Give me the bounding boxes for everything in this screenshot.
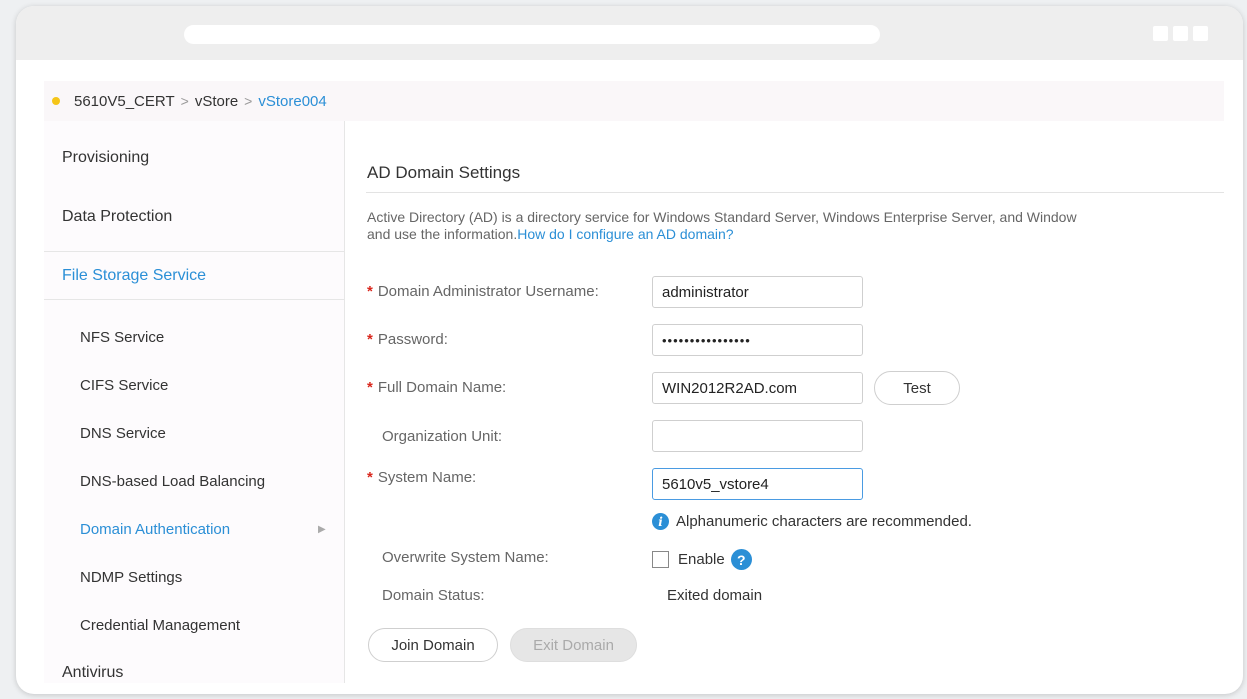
sidebar-group-file-storage[interactable]: File Storage Service bbox=[62, 267, 206, 285]
sidebar-item-credential-management[interactable]: Credential Management bbox=[80, 617, 240, 634]
password-label-text: Password: bbox=[377, 331, 448, 348]
sidebar-item-domain-authentication[interactable]: Domain Authentication bbox=[80, 521, 230, 538]
required-mark: * bbox=[367, 331, 373, 348]
system-name-input[interactable] bbox=[652, 468, 863, 500]
info-icon: i bbox=[652, 513, 669, 530]
ou-label: Organization Unit: bbox=[382, 428, 503, 445]
username-input[interactable] bbox=[652, 276, 863, 308]
ou-input[interactable] bbox=[652, 420, 863, 452]
sidebar-item-dns-load-balancing[interactable]: DNS-based Load Balancing bbox=[80, 473, 265, 490]
overwrite-label: Overwrite System Name: bbox=[382, 549, 549, 566]
breadcrumb-separator: > bbox=[244, 93, 253, 109]
main-panel: AD Domain Settings Active Directory (AD)… bbox=[345, 121, 1224, 683]
sidebar-divider bbox=[44, 299, 344, 300]
system-name-label: * System Name: bbox=[367, 469, 476, 486]
expand-arrow-icon[interactable]: ▶ bbox=[318, 524, 326, 535]
sidebar-item-dns[interactable]: DNS Service bbox=[80, 425, 166, 442]
status-dot-icon bbox=[52, 97, 60, 105]
breadcrumb-device[interactable]: 5610V5_CERT bbox=[74, 93, 175, 110]
sidebar-item-nfs[interactable]: NFS Service bbox=[80, 329, 164, 346]
sidebar-group-antivirus[interactable]: Antivirus bbox=[62, 664, 123, 682]
password-input[interactable] bbox=[652, 324, 863, 356]
page-title: AD Domain Settings bbox=[367, 163, 521, 182]
required-mark: * bbox=[367, 379, 373, 396]
description-line: Active Directory (AD) is a directory ser… bbox=[367, 209, 1077, 225]
enable-checkbox[interactable] bbox=[652, 551, 669, 568]
required-mark: * bbox=[367, 469, 373, 486]
domain-input[interactable] bbox=[652, 372, 863, 404]
maximize-icon[interactable] bbox=[1173, 26, 1188, 41]
browser-titlebar bbox=[16, 6, 1243, 60]
domain-label-text: Full Domain Name: bbox=[377, 379, 507, 396]
breadcrumb-separator: > bbox=[180, 93, 189, 109]
join-domain-button[interactable]: Join Domain bbox=[368, 628, 498, 662]
sidebar-item-cifs[interactable]: CIFS Service bbox=[80, 377, 168, 394]
username-label: * Domain Administrator Username: bbox=[367, 283, 599, 300]
sidebar-divider bbox=[44, 251, 344, 252]
sidebar-item-ndmp[interactable]: NDMP Settings bbox=[80, 569, 182, 586]
required-mark: * bbox=[367, 283, 373, 300]
minimize-icon[interactable] bbox=[1153, 26, 1168, 41]
test-button[interactable]: Test bbox=[874, 371, 960, 405]
password-label: * Password: bbox=[367, 331, 448, 348]
sidebar-group-provisioning[interactable]: Provisioning bbox=[62, 149, 149, 167]
description-line: and use the information. bbox=[367, 226, 518, 242]
sidebar-group-data-protection[interactable]: Data Protection bbox=[62, 208, 172, 226]
breadcrumb-vstore[interactable]: vStore bbox=[195, 93, 238, 110]
domain-status-label: Domain Status: bbox=[382, 587, 485, 604]
hint-text: Alphanumeric characters are recommended. bbox=[676, 513, 972, 530]
hint-row: i Alphanumeric characters are recommende… bbox=[652, 513, 972, 530]
description: Active Directory (AD) is a directory ser… bbox=[367, 209, 1224, 243]
help-link[interactable]: How do I configure an AD domain? bbox=[517, 226, 733, 242]
exit-domain-button[interactable]: Exit Domain bbox=[510, 628, 637, 662]
help-icon[interactable]: ? bbox=[730, 549, 752, 570]
breadcrumb-current[interactable]: vStore004 bbox=[258, 93, 326, 110]
title-divider bbox=[366, 192, 1224, 193]
username-label-text: Domain Administrator Username: bbox=[377, 283, 599, 300]
breadcrumb: 5610V5_CERT > vStore > vStore004 bbox=[44, 81, 1224, 122]
address-bar[interactable] bbox=[184, 25, 880, 44]
system-name-label-text: System Name: bbox=[377, 469, 477, 486]
domain-status-value: Exited domain bbox=[667, 587, 763, 604]
browser-window: 5610V5_CERT > vStore > vStore004 Provisi… bbox=[16, 6, 1243, 694]
sidebar: Provisioning Data Protection File Storag… bbox=[44, 121, 345, 683]
domain-label: * Full Domain Name: bbox=[367, 379, 506, 396]
enable-label[interactable]: Enable bbox=[678, 551, 725, 568]
close-icon[interactable] bbox=[1193, 26, 1208, 41]
storage-manager-app: 5610V5_CERT > vStore > vStore004 Provisi… bbox=[44, 81, 1224, 683]
overwrite-row: Enable ? bbox=[652, 549, 752, 570]
